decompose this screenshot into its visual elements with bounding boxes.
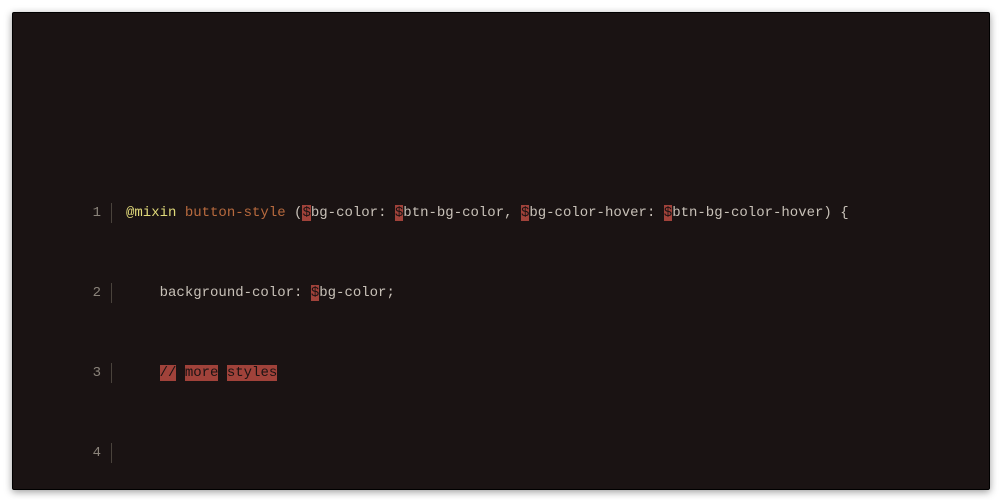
keyword-mixin: @mixin [126, 205, 176, 221]
highlight: more [185, 365, 219, 381]
line-number: 2 [73, 283, 112, 303]
highlight: $ [311, 285, 319, 301]
css-property: background-color: [160, 285, 311, 301]
highlight: // [160, 365, 177, 381]
line-number: 1 [73, 203, 112, 223]
code-line: 3 // more styles [73, 363, 849, 383]
code-line: 2 background-color: $bg-color; [73, 283, 849, 303]
highlight: $ [302, 205, 310, 221]
mixin-name: button-style [176, 205, 294, 221]
highlight: styles [227, 365, 277, 381]
code-line: 1@mixin button-style ($bg-color: $btn-bg… [73, 203, 849, 223]
code-line: 4 [73, 443, 849, 463]
code-block: 1@mixin button-style ($bg-color: $btn-bg… [73, 143, 849, 490]
line-number: 3 [73, 363, 112, 383]
editor-frame: 1@mixin button-style ($bg-color: $btn-bg… [12, 12, 990, 490]
line-number: 4 [73, 443, 112, 463]
highlight: $ [664, 205, 672, 221]
